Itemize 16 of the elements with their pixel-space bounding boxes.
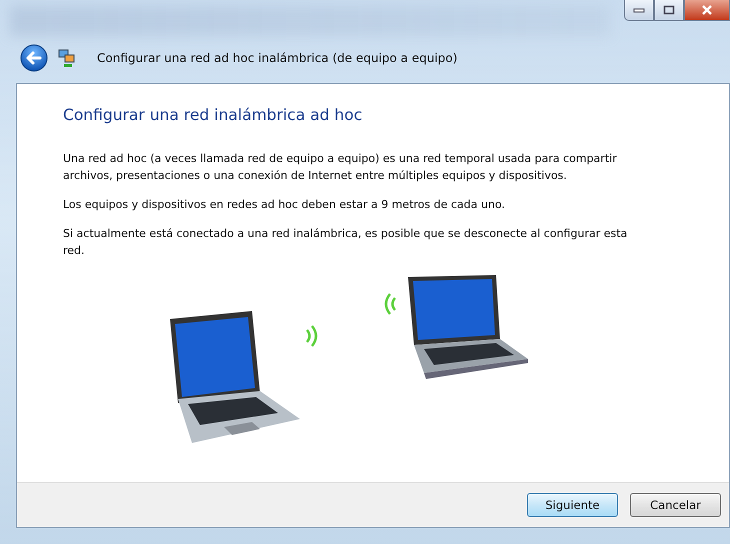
page-heading: Configurar una red inalámbrica ad hoc (63, 106, 364, 124)
close-button[interactable] (684, 0, 730, 21)
minimize-button[interactable] (624, 0, 654, 21)
wireless-signal-icon (304, 325, 320, 347)
description-text: Una red ad hoc (a veces llamada red de equipo a equipo) es una red temporal usada para compartir archivos, presentaciones o una conexión de Internet entre múltiples equipos y dispositivos. (63, 151, 618, 184)
minimize-icon (633, 7, 645, 13)
description-text: Los equipos y dispositivos en redes ad hoc deben estar a 9 metros de cada uno. (63, 197, 506, 213)
network-computers-icon (58, 48, 76, 68)
cancel-button[interactable]: Cancelar (630, 493, 721, 517)
maximize-icon (663, 5, 675, 15)
description-text: Si actualmente está conectado a una red inalámbrica, es posible que se desconecte al configurar esta red. (63, 226, 628, 259)
maximize-button[interactable] (654, 0, 684, 21)
window-title: Configurar una red ad hoc inalámbrica (de equipo a equipo) (97, 51, 458, 65)
close-icon (701, 5, 713, 15)
wireless-signal-icon (382, 293, 398, 315)
next-button[interactable]: Siguiente (527, 493, 618, 517)
